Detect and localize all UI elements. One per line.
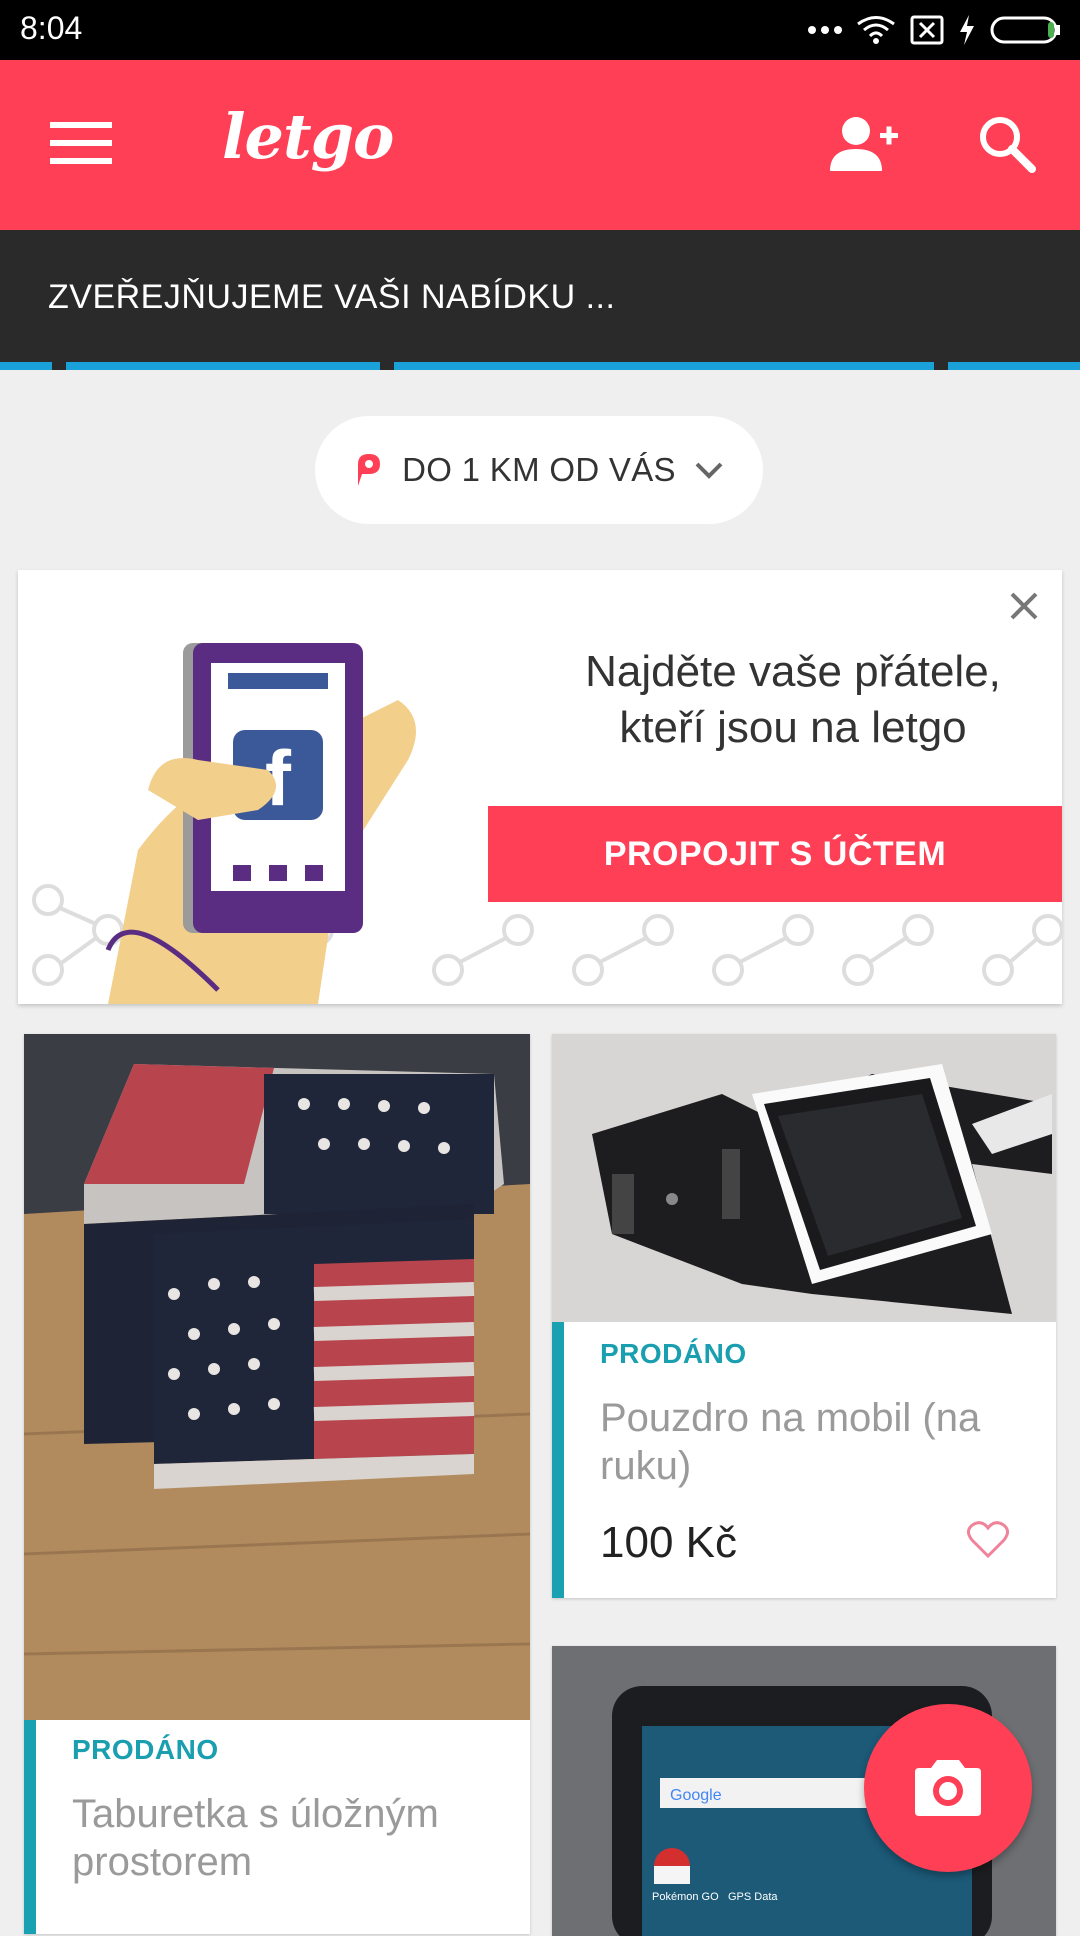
posting-text: ZVEŘEJŇUJEME VAŠI NABÍDKU ... [48,278,616,316]
connect-account-button[interactable]: PROPOJIT S ÚČTEM [488,806,1062,902]
heart-icon[interactable] [966,1520,1010,1560]
svg-text:Pokémon GO: Pokémon GO [652,1891,719,1903]
camera-icon [915,1760,981,1816]
sold-status: PRODÁNO [72,1734,219,1765]
product-image [552,1034,1056,1322]
promo-headline: Najděte vaše přátele, kteří jsou na letg… [508,644,1062,756]
product-card[interactable]: PRODÁNO Pouzdro na mobil (na ruku) 100 K… [552,1034,1056,1598]
product-title: Pouzdro na mobil (na ruku) [600,1396,981,1488]
promo-headline-line1: Najděte vaše přátele, [585,647,1001,696]
svg-text:Google: Google [670,1787,722,1804]
distance-filter[interactable]: DO 1 KM OD VÁS [315,416,763,524]
search-icon[interactable] [978,115,1038,175]
charging-icon [960,15,974,45]
product-image [24,1034,530,1720]
sold-indicator-bar [552,1322,564,1598]
posting-progress [0,362,1080,370]
no-sim-icon [910,15,944,45]
status-icons [808,12,1062,48]
chevron-down-icon [695,462,723,479]
product-price: 100 Kč [600,1518,737,1567]
product-card[interactable]: PRODÁNO Taburetka s úložným prostorem [24,1034,530,1934]
battery-icon [990,16,1060,44]
app-bar: letgo [0,60,1080,230]
distance-label: DO 1 KM OD VÁS [402,451,676,488]
sold-indicator-bar [24,1720,36,1934]
camera-sell-button[interactable] [864,1704,1032,1872]
app-logo: letgo [222,100,394,173]
product-title: Taburetka s úložným prostorem [72,1792,439,1884]
close-icon[interactable] [1002,584,1046,628]
menu-icon[interactable] [50,118,112,168]
more-dots-icon [808,26,842,34]
posting-banner: ZVEŘEJŇUJEME VAŠI NABÍDKU ... [0,230,1080,370]
status-bar: 8:04 [0,0,1080,60]
svg-text:GPS Data: GPS Data [728,1891,778,1903]
phone-facebook-illustration: f [105,643,416,1004]
sold-status: PRODÁNO [600,1338,747,1369]
facebook-promo-card: f Najděte vaše přátele, kteří jsou na le… [18,570,1062,1004]
location-pin-icon [358,454,381,486]
add-user-icon[interactable] [828,115,900,175]
wifi-icon [857,16,895,44]
promo-headline-line2: kteří jsou na letgo [619,703,967,752]
status-time: 8:04 [20,10,83,46]
